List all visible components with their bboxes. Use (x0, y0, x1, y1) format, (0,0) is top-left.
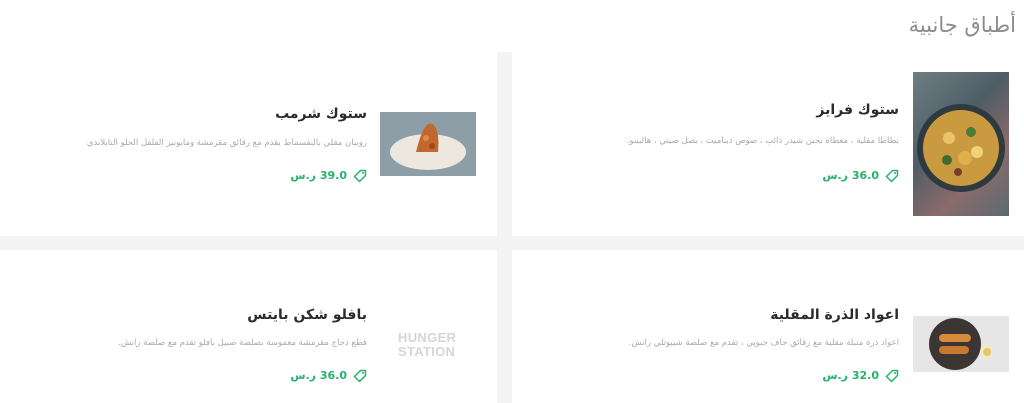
placeholder-logo: HUNGER STATION (398, 331, 456, 359)
item-description: قطع دجاج مقرمشة مغموسة بصلصة صبيل بافلو … (118, 338, 367, 348)
item-image (380, 112, 476, 176)
item-price: 36.0 ر.س (290, 368, 367, 383)
item-name: اعواد الذرة المقلية (770, 307, 899, 323)
price-tag-icon (885, 368, 899, 383)
menu-item-card[interactable]: اعواد الذرة المقلية اعواد ذرة متبلة مقلي… (512, 250, 1024, 403)
item-price-value: 39.0 ر.س (290, 168, 347, 182)
item-name: ستوك شرمب (275, 106, 367, 122)
item-price: 39.0 ر.س (290, 168, 367, 183)
item-price: 36.0 ر.س (822, 168, 899, 183)
price-tag-icon (885, 168, 899, 183)
section-header: أطباق جانبية (0, 0, 1024, 52)
watermark-line-2: STATION (398, 344, 456, 359)
menu-item-card[interactable]: HUNGER STATION بافلو شكن بايتس قطع دجاج … (0, 250, 497, 403)
item-image (913, 72, 1009, 216)
item-description: روبيان مقلي بالبقسماط يقدم مع رقائق مقرم… (86, 138, 367, 148)
item-price-value: 36.0 ر.س (822, 168, 879, 182)
menu-item-card[interactable]: ستوك شرمب روبيان مقلي بالبقسماط يقدم مع … (0, 52, 497, 236)
item-image (913, 316, 1009, 372)
item-price-value: 32.0 ر.س (822, 368, 879, 382)
menu-item-card[interactable]: ستوك فرايز بطاطا مقلية ، مغطاة بجبن شيدر… (512, 52, 1024, 236)
item-description: بطاطا مقلية ، مغطاة بجبن شيدر ذائب ، صوص… (626, 136, 899, 146)
price-tag-icon (353, 168, 367, 183)
item-price-value: 36.0 ر.س (290, 368, 347, 382)
item-name: ستوك فرايز (816, 102, 899, 118)
item-description: اعواد ذرة متبلة مقلية مع رقائق جاف جبويي… (628, 338, 899, 348)
item-price: 32.0 ر.س (822, 368, 899, 383)
item-name: بافلو شكن بايتس (247, 307, 367, 323)
price-tag-icon (353, 368, 367, 383)
section-title: أطباق جانبية (908, 13, 1016, 37)
watermark-line-1: HUNGER (398, 330, 457, 345)
